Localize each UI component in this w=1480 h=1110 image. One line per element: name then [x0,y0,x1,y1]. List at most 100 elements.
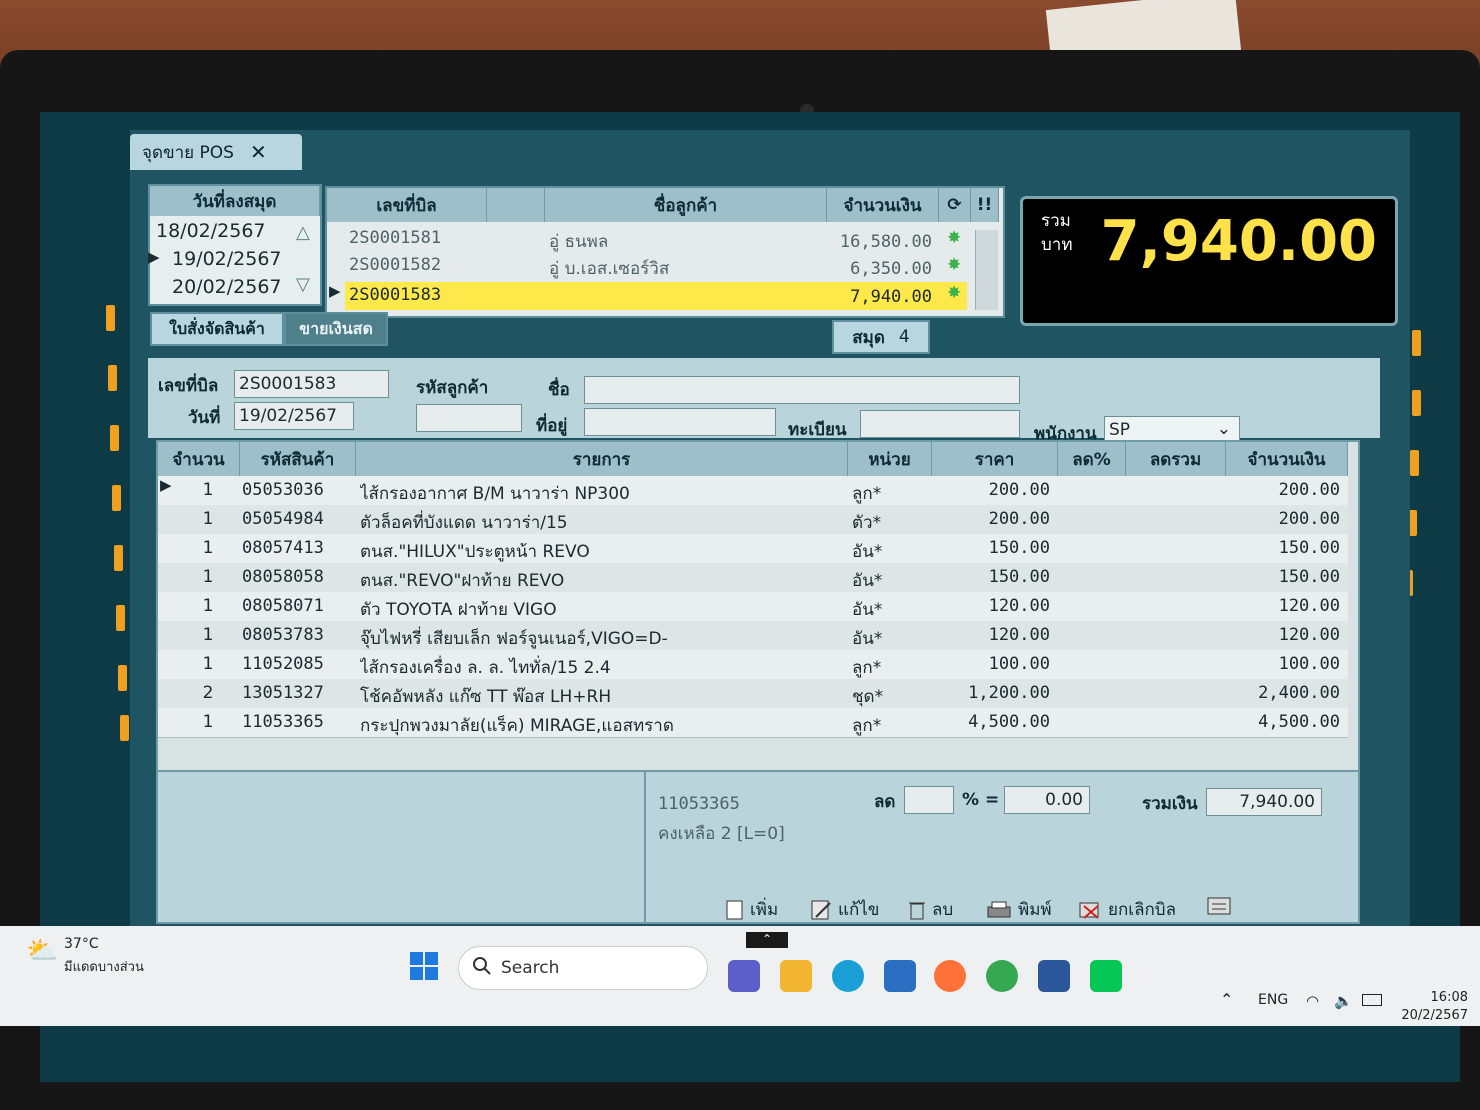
tab-order[interactable]: ใบสั่งจัดสินค้า [150,312,284,346]
tab-pos[interactable]: จุดขาย POS ✕ [130,134,302,170]
word-icon[interactable] [1038,960,1070,992]
add-button-label: เพิ่ม [750,900,779,920]
decor-led [116,605,125,631]
chrome-icon[interactable] [986,960,1018,992]
table-row[interactable]: 1 08058071 ตัว TOYOTA ฝาท้าย VIGO อัน* 120.0… [158,592,1348,622]
decor-led [1412,390,1421,416]
battery-icon[interactable] [1362,994,1382,1006]
price-header: ราคา [932,442,1058,476]
windows-start-icon[interactable] [410,952,438,980]
bill-row-no[interactable]: 2S0001582 [349,255,441,275]
delete-button[interactable]: ลบ [908,896,953,923]
refresh-icon[interactable]: ⟳ [939,188,971,222]
cell-unit: ลูก* [852,658,882,678]
cell-code: 05054984 [242,509,324,529]
bill-row-no[interactable]: 2S0001581 [349,228,441,248]
bill-row-amount[interactable]: 7,940.00 [827,287,932,307]
name-field[interactable] [584,376,1020,404]
date-list-header: วันที่ลงสมุด [150,186,320,216]
print-button[interactable]: พิมพ์ [986,896,1052,923]
edit-button[interactable]: แก้ไข [810,896,879,923]
line-app-icon[interactable] [1090,960,1122,992]
meet-app-icon[interactable] [728,960,760,992]
table-row[interactable]: 1 05054984 ตัวล็อคที่บังแดด นาวาร่า/15 ตัว*… [158,505,1348,535]
wifi-icon[interactable]: ◠ [1306,992,1319,1010]
tab-cash-sale[interactable]: ขายเงินสด [284,312,388,346]
list-item-date[interactable]: 20/02/2567 [172,276,282,298]
clock-time[interactable]: 16:08 [1404,990,1468,1005]
bill-row-customer[interactable]: อู่ บ.เอส.เซอร์วิส [549,255,669,282]
bill-row-no[interactable]: 2S0001583 [349,285,441,305]
chevron-up-icon[interactable]: ⌃ [746,932,788,948]
list-item-date[interactable]: 18/02/2567 [156,220,266,242]
decor-led [114,545,123,571]
print-button-label: พิมพ์ [1018,900,1052,920]
book-label: สมุด [852,327,885,348]
bill-row-amount[interactable]: 6,350.00 [827,259,932,279]
discount-label: ลด [874,792,896,812]
table-row[interactable]: 1 08053783 จุ๊บไฟหรี่ เสียบเล็ก ฟอร์จูนเนอ… [158,621,1348,651]
cell-amount: 2,400.00 [1258,683,1340,703]
staff-value: SP [1109,420,1131,440]
weather-icon[interactable]: ⛅ [26,936,58,966]
language-indicator[interactable]: ENG [1258,992,1288,1008]
mail-icon[interactable] [884,960,916,992]
reg-field[interactable] [860,410,1020,438]
alert-icon[interactable]: !! [971,188,999,222]
date-field[interactable]: 19/02/2567 [234,402,354,430]
customer-code-field[interactable] [416,404,522,432]
calculator-button[interactable] [1206,896,1232,916]
weather-desc[interactable]: มีแดดบางส่วน [64,956,144,977]
cell-qty: 1 [202,625,214,645]
cell-desc: จุ๊บไฟหรี่ เสียบเล็ก ฟอร์จูนเนอร์,VIGO=D… [360,629,668,649]
cell-desc: ตัว TOYOTA ฝาท้าย VIGO [360,600,557,620]
add-button[interactable]: เพิ่ม [726,896,778,923]
bill-list-scrollbar[interactable] [975,230,998,310]
taskbar-search[interactable]: Search [458,946,708,990]
table-row[interactable]: 1 08057413 ตนส."HILUX"ประตูหน้า REVO อัน* 15… [158,534,1348,564]
weather-temp[interactable]: 37°C [64,936,99,952]
edge-browser-icon[interactable] [832,960,864,992]
address-label: ที่อยู่ [536,416,568,436]
table-row[interactable]: 1 11053365 กระปุกพวงมาลัย(แร็ค) MIRAGE,แอส… [158,708,1348,738]
table-row[interactable]: 1 11052085 ไส้กรองเครื่อง ล. ล. ไททั่ล/15 … [158,650,1348,680]
cell-desc: ตนส."HILUX"ประตูหน้า REVO [360,542,590,562]
chevron-down-icon[interactable]: ⌄ [1217,419,1231,439]
cell-qty: 1 [202,654,214,674]
cell-unit: อัน* [852,542,883,562]
cell-amount: 120.00 [1278,625,1340,645]
discount-value-field[interactable]: 0.00 [1004,786,1090,814]
date-list: วันที่ลงสมุด 18/02/2567 ▶ 19/02/2567 20/… [148,184,322,306]
discount-pct-field[interactable] [904,786,954,814]
decor-led [118,665,127,691]
table-row[interactable]: 1 08058058 ตนส."REVO"ฝาท้าย REVO อัน* 150.00… [158,563,1348,593]
date-label: วันที่ [188,408,221,428]
amount-header: จำนวนเงิน [1226,442,1348,476]
cell-code: 13051327 [242,683,324,703]
bill-row-customer[interactable]: อู่ ธนพล [549,228,608,255]
decor-led [112,485,121,511]
bill-no-field[interactable]: 2S0001583 [234,370,389,398]
address-field[interactable] [584,408,776,436]
volume-icon[interactable]: 🔈 [1334,992,1353,1010]
table-row[interactable]: 1 05053036 ไส้กรองอากาศ B/M นาวาร่า NP300 ล… [158,476,1348,506]
clock-date[interactable]: 20/2/2567 [1390,1008,1468,1023]
close-icon[interactable]: ✕ [250,140,267,164]
qty-header: จำนวน [158,442,240,476]
cell-amount: 120.00 [1278,596,1340,616]
file-explorer-icon[interactable] [780,960,812,992]
scroll-up-icon[interactable]: △ [296,222,310,243]
table-row[interactable]: 2 13051327 โช้คอัพหลัง แก๊ซ TT พ๊อส LH+RH ช… [158,679,1348,709]
cell-price: 4,500.00 [968,712,1050,732]
list-item-date[interactable]: 19/02/2567 [172,248,282,270]
grid-body: 1 05053036 ไส้กรองอากาศ B/M นาวาร่า NP300 ล… [158,476,1348,746]
firefox-icon[interactable] [934,960,966,992]
scroll-down-icon[interactable]: ▽ [296,274,310,295]
tray-chevron-up-icon[interactable]: ⌃ [1220,990,1233,1009]
cell-price: 150.00 [988,567,1050,587]
cancel-bill-button[interactable]: ยกเลิกบิล [1078,896,1176,923]
cell-desc: โช้คอัพหลัง แก๊ซ TT พ๊อส LH+RH [360,687,612,707]
bill-row-amount[interactable]: 16,580.00 [827,232,932,252]
reg-label: ทะเบียน [788,420,847,440]
sum-field: 7,940.00 [1206,788,1322,816]
